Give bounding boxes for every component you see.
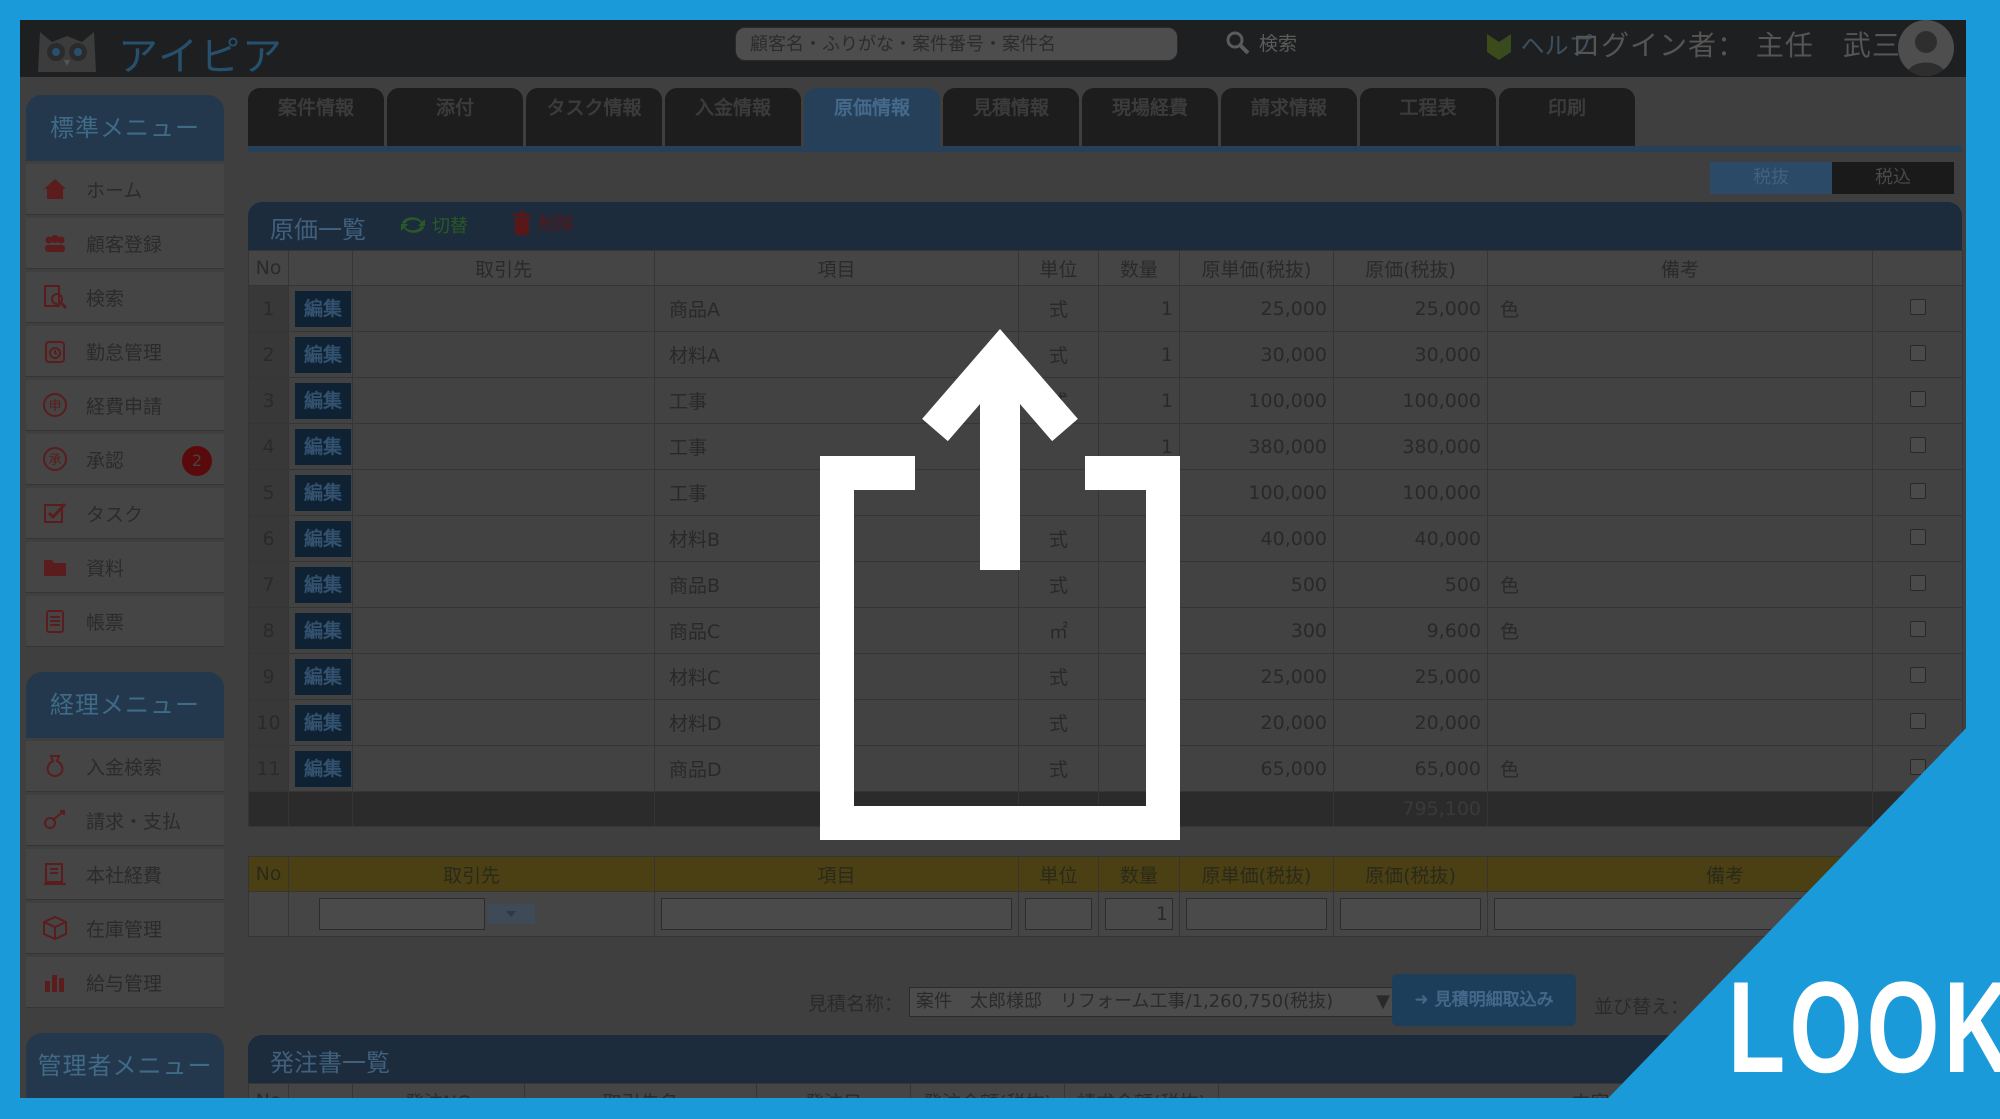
look-label: LOOK bbox=[1728, 954, 2000, 1100]
look-corner-banner bbox=[1588, 693, 2000, 1119]
